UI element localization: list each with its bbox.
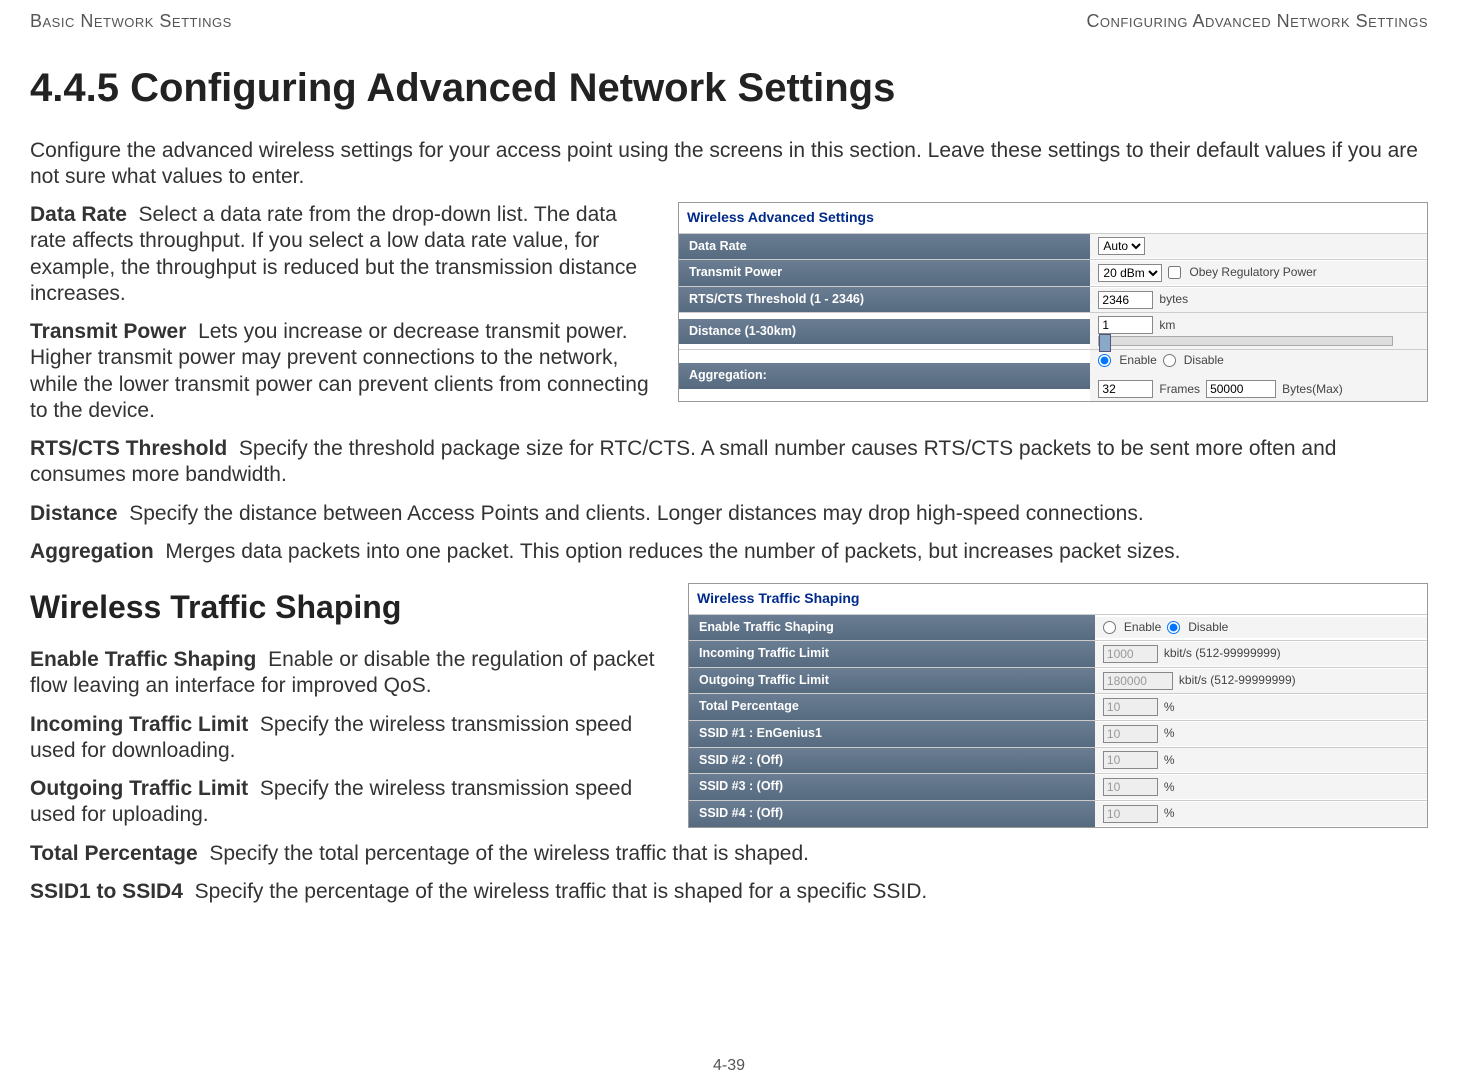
ssid3-input[interactable] bbox=[1103, 778, 1158, 796]
label-ssid1: SSID #1 : EnGenius1 bbox=[689, 721, 1095, 747]
label-transmit-power: Transmit Power bbox=[679, 260, 1090, 286]
ssid4-unit: % bbox=[1164, 806, 1175, 821]
rts-unit: bytes bbox=[1159, 292, 1188, 307]
aggregation-bytes-unit: Bytes(Max) bbox=[1282, 382, 1343, 397]
rts-input[interactable] bbox=[1098, 291, 1153, 309]
page-number: 4-39 bbox=[0, 1056, 1458, 1076]
data-rate-select[interactable]: Auto bbox=[1098, 237, 1145, 255]
ssid2-unit: % bbox=[1164, 753, 1175, 768]
incoming-unit: kbit/s (512-99999999) bbox=[1164, 646, 1281, 661]
term-aggregation: Aggregation Merges data packets into one… bbox=[30, 539, 1428, 565]
label-ssid2: SSID #2 : (Off) bbox=[689, 748, 1095, 774]
obey-regulatory-checkbox[interactable] bbox=[1168, 266, 1181, 279]
label-ssid4: SSID #4 : (Off) bbox=[689, 801, 1095, 827]
distance-input[interactable] bbox=[1098, 316, 1153, 334]
panel-title: Wireless Advanced Settings bbox=[679, 203, 1427, 233]
aggregation-enable-radio[interactable] bbox=[1098, 354, 1111, 367]
wireless-advanced-settings-figure: Wireless Advanced Settings Data Rate Aut… bbox=[678, 202, 1428, 402]
label-distance: Distance (1-30km) bbox=[679, 319, 1090, 345]
ssid1-input[interactable] bbox=[1103, 725, 1158, 743]
row-aggregation: Aggregation: Enable Disable Frames Bytes… bbox=[679, 349, 1427, 401]
term-total: Total Percentage Specify the total perce… bbox=[30, 841, 1428, 867]
row-ssid1: SSID #1 : EnGenius1 % bbox=[689, 720, 1427, 747]
label-ssid3: SSID #3 : (Off) bbox=[689, 774, 1095, 800]
row-ssid3: SSID #3 : (Off) % bbox=[689, 773, 1427, 800]
total-unit: % bbox=[1164, 700, 1175, 715]
aggregation-enable-label: Enable bbox=[1119, 353, 1156, 368]
label-aggregation: Aggregation: bbox=[679, 363, 1090, 389]
panel2-title: Wireless Traffic Shaping bbox=[689, 584, 1427, 614]
row-distance: Distance (1-30km) km bbox=[679, 312, 1427, 349]
ets-disable-label: Disable bbox=[1188, 620, 1228, 635]
row-ssid2: SSID #2 : (Off) % bbox=[689, 747, 1427, 774]
ssid2-input[interactable] bbox=[1103, 751, 1158, 769]
outgoing-input[interactable] bbox=[1103, 672, 1173, 690]
term-distance: Distance Specify the distance between Ac… bbox=[30, 501, 1428, 527]
aggregation-bytes-input[interactable] bbox=[1206, 380, 1276, 398]
wireless-traffic-shaping-figure: Wireless Traffic Shaping Enable Traffic … bbox=[688, 583, 1428, 828]
label-in: Incoming Traffic Limit bbox=[689, 641, 1095, 667]
row-data-rate: Data Rate Auto bbox=[679, 233, 1427, 260]
row-rts-threshold: RTS/CTS Threshold (1 - 2346) bytes bbox=[679, 286, 1427, 313]
distance-unit: km bbox=[1159, 318, 1175, 333]
ets-enable-label: Enable bbox=[1124, 620, 1161, 635]
incoming-input[interactable] bbox=[1103, 645, 1158, 663]
outgoing-unit: kbit/s (512-99999999) bbox=[1179, 673, 1296, 688]
ssid4-input[interactable] bbox=[1103, 805, 1158, 823]
label-total: Total Percentage bbox=[689, 694, 1095, 720]
ets-disable-radio[interactable] bbox=[1167, 621, 1180, 634]
aggregation-disable-label: Disable bbox=[1184, 353, 1224, 368]
ssid3-unit: % bbox=[1164, 780, 1175, 795]
row-incoming-limit: Incoming Traffic Limit kbit/s (512-99999… bbox=[689, 640, 1427, 667]
transmit-power-select[interactable]: 20 dBm bbox=[1098, 264, 1162, 282]
term-ssid: SSID1 to SSID4 Specify the percentage of… bbox=[30, 879, 1428, 905]
label-ets: Enable Traffic Shaping bbox=[689, 615, 1095, 641]
row-ssid4: SSID #4 : (Off) % bbox=[689, 800, 1427, 827]
row-outgoing-limit: Outgoing Traffic Limit kbit/s (512-99999… bbox=[689, 667, 1427, 694]
row-transmit-power: Transmit Power 20 dBm Obey Regulatory Po… bbox=[679, 259, 1427, 286]
total-input[interactable] bbox=[1103, 698, 1158, 716]
row-enable-traffic-shaping: Enable Traffic Shaping Enable Disable bbox=[689, 614, 1427, 641]
aggregation-disable-radio[interactable] bbox=[1163, 354, 1176, 367]
intro-paragraph: Configure the advanced wireless settings… bbox=[30, 138, 1428, 191]
row-total-percentage: Total Percentage % bbox=[689, 693, 1427, 720]
ets-enable-radio[interactable] bbox=[1103, 621, 1116, 634]
header-right: Configuring Advanced Network Settings bbox=[1086, 10, 1428, 33]
obey-regulatory-label: Obey Regulatory Power bbox=[1189, 265, 1316, 280]
ssid1-unit: % bbox=[1164, 726, 1175, 741]
header-left: Basic Network Settings bbox=[30, 10, 232, 33]
distance-slider[interactable] bbox=[1098, 336, 1393, 346]
page-header: Basic Network Settings Configuring Advan… bbox=[30, 10, 1428, 33]
label-out: Outgoing Traffic Limit bbox=[689, 668, 1095, 694]
page-title: 4.4.5 Configuring Advanced Network Setti… bbox=[30, 63, 1428, 113]
label-data-rate: Data Rate bbox=[679, 234, 1090, 260]
aggregation-frames-input[interactable] bbox=[1098, 380, 1153, 398]
term-rts: RTS/CTS Threshold Specify the threshold … bbox=[30, 436, 1428, 489]
aggregation-frames-unit: Frames bbox=[1159, 382, 1200, 397]
label-rts: RTS/CTS Threshold (1 - 2346) bbox=[679, 287, 1090, 313]
